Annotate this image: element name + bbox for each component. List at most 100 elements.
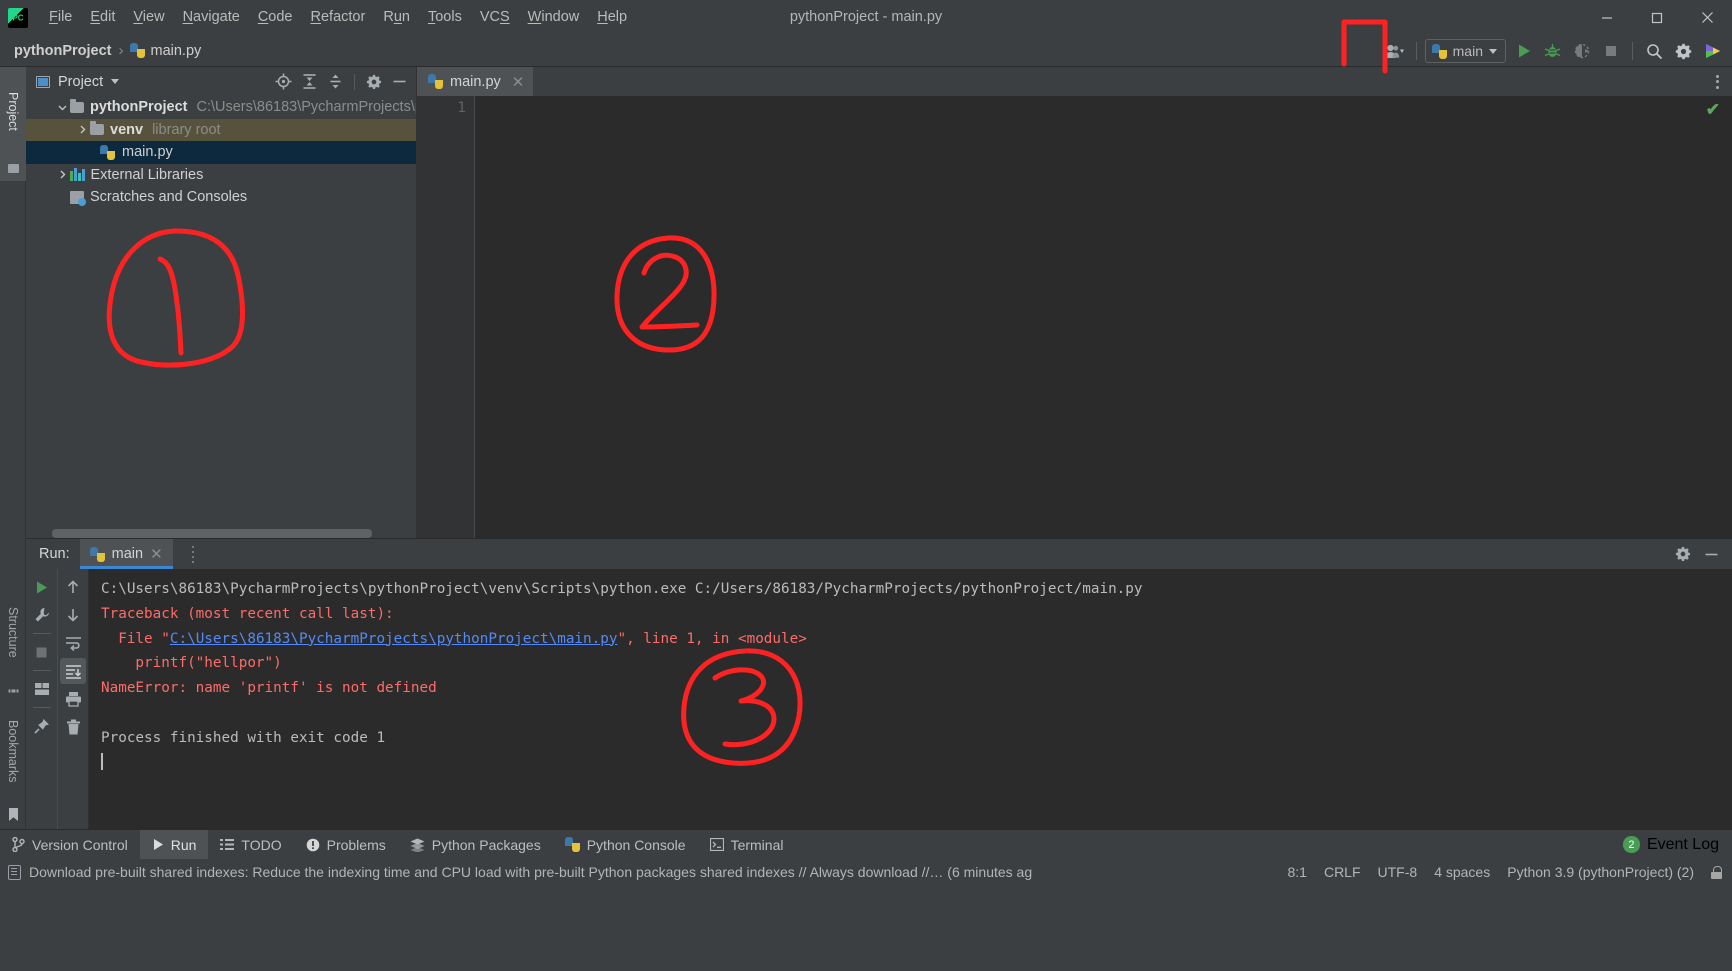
run-tab-main[interactable]: main ✕ bbox=[79, 539, 173, 569]
settings-gear-icon[interactable] bbox=[1670, 38, 1697, 64]
collapse-all-icon[interactable] bbox=[323, 69, 348, 94]
tool-button-problems[interactable]: Problems bbox=[294, 830, 398, 859]
pin-icon[interactable] bbox=[29, 713, 55, 739]
tree-node-pythonproject[interactable]: pythonProject C:\Users\86183\PycharmProj… bbox=[26, 96, 416, 119]
run-panel-label: Run: bbox=[39, 546, 70, 562]
editor-tab-main-py[interactable]: main.py ✕ bbox=[417, 67, 534, 96]
rerun-button[interactable] bbox=[29, 574, 55, 600]
search-everywhere-icon[interactable] bbox=[1641, 38, 1668, 64]
menu-item-edit[interactable]: Edit bbox=[81, 0, 124, 35]
inspection-status-icon[interactable]: ✔ bbox=[1706, 100, 1720, 120]
tool-button-run[interactable]: Run bbox=[139, 830, 209, 859]
line-separator[interactable]: CRLF bbox=[1324, 864, 1361, 880]
splitter-handle[interactable] bbox=[192, 546, 195, 563]
settings-gear-icon[interactable] bbox=[1670, 541, 1696, 567]
menu-item-vcs[interactable]: VCS bbox=[471, 0, 519, 35]
scroll-to-end-icon[interactable] bbox=[60, 658, 86, 684]
down-arrow-icon[interactable] bbox=[60, 602, 86, 628]
run-configuration-selector[interactable]: main bbox=[1424, 39, 1506, 63]
up-arrow-icon[interactable] bbox=[60, 574, 86, 600]
tool-button-python-packages[interactable]: Python Packages bbox=[398, 830, 553, 859]
tool-button-python-console[interactable]: Python Console bbox=[553, 830, 698, 859]
tree-node-scratches[interactable]: Scratches and Consoles bbox=[26, 186, 416, 209]
sidebar-item-project[interactable]: Project bbox=[0, 67, 26, 155]
file-encoding[interactable]: UTF-8 bbox=[1378, 864, 1418, 880]
settings-gear-icon[interactable] bbox=[361, 69, 386, 94]
indent-setting[interactable]: 4 spaces bbox=[1434, 864, 1490, 880]
more-vertical-icon bbox=[1715, 74, 1719, 89]
soft-wrap-icon[interactable] bbox=[60, 630, 86, 656]
tree-node-external-libraries[interactable]: External Libraries bbox=[26, 164, 416, 187]
hide-icon[interactable] bbox=[387, 69, 412, 94]
layout-icon[interactable] bbox=[29, 676, 55, 702]
python-file-icon bbox=[100, 144, 115, 160]
console-error-line: NameError: name 'printf' is not defined bbox=[101, 680, 437, 697]
close-icon[interactable]: ✕ bbox=[150, 545, 163, 563]
sidebar-item-bookmarks[interactable]: Bookmarks bbox=[0, 701, 26, 801]
collaborate-icon[interactable] bbox=[1381, 38, 1408, 64]
toolbar-divider-2 bbox=[1632, 42, 1633, 60]
chevron-right-icon[interactable] bbox=[74, 125, 90, 134]
print-icon[interactable] bbox=[60, 686, 86, 712]
chevron-down-icon[interactable] bbox=[54, 103, 70, 112]
console-file-link[interactable]: C:\Users\86183\PycharmProjects\pythonPro… bbox=[170, 631, 618, 647]
project-panel-title-group[interactable]: Project bbox=[36, 73, 120, 90]
project-horizontal-scrollbar[interactable] bbox=[52, 529, 372, 538]
debug-button[interactable] bbox=[1539, 38, 1566, 64]
breadcrumb-file[interactable]: main.py bbox=[130, 43, 201, 59]
run-icon bbox=[153, 839, 163, 850]
status-message-group[interactable]: Download pre-built shared indexes: Reduc… bbox=[0, 864, 1032, 880]
tool-button-todo[interactable]: TODO bbox=[208, 830, 293, 859]
menu-item-help[interactable]: Help bbox=[588, 0, 636, 35]
event-log-group[interactable]: 2 Event Log bbox=[1622, 830, 1732, 859]
tool-button-terminal[interactable]: Terminal bbox=[698, 830, 796, 859]
project-panel: Project pythonProject C:\Users\86183\Pyc… bbox=[26, 67, 417, 538]
tree-node-main-py[interactable]: main.py bbox=[26, 141, 416, 164]
editor-body[interactable]: 1 ✔ bbox=[417, 96, 1732, 538]
maximize-button[interactable] bbox=[1632, 0, 1682, 35]
menu-item-file[interactable]: File bbox=[40, 0, 81, 35]
python-icon bbox=[564, 837, 580, 852]
tree-node-label: main.py bbox=[122, 144, 173, 161]
menu-item-run[interactable]: Run bbox=[374, 0, 419, 35]
editor-tab-more-menu[interactable] bbox=[1702, 67, 1732, 96]
menu-item-code[interactable]: Code bbox=[249, 0, 302, 35]
menu-item-tools[interactable]: Tools bbox=[419, 0, 471, 35]
updates-icon[interactable] bbox=[1699, 38, 1726, 64]
breadcrumb-file-label: main.py bbox=[150, 42, 202, 59]
tool-window-bar: Version Control Run TODO Problems Python… bbox=[0, 829, 1732, 859]
code-content[interactable] bbox=[475, 96, 1732, 538]
menu-item-window[interactable]: Window bbox=[519, 0, 589, 35]
sidebar-item-structure[interactable]: Structure bbox=[0, 585, 26, 679]
tool-button-version-control[interactable]: Version Control bbox=[0, 830, 140, 859]
project-panel-title: Project bbox=[58, 73, 104, 90]
run-button[interactable] bbox=[1510, 38, 1537, 64]
lock-icon[interactable] bbox=[1711, 865, 1722, 879]
wrench-icon[interactable] bbox=[29, 602, 55, 628]
breadcrumb-project[interactable]: pythonProject bbox=[14, 43, 111, 59]
interpreter-selector[interactable]: Python 3.9 (pythonProject) (2) bbox=[1507, 864, 1694, 880]
expand-all-icon[interactable] bbox=[297, 69, 322, 94]
status-bar-right: 8:1 CRLF UTF-8 4 spaces Python 3.9 (pyth… bbox=[1287, 864, 1732, 880]
menu-item-refactor[interactable]: Refactor bbox=[302, 0, 375, 35]
list-icon bbox=[220, 839, 235, 850]
tree-node-venv[interactable]: venv library root bbox=[26, 118, 416, 141]
stop-button bbox=[1597, 38, 1624, 64]
editor-gutter[interactable]: 1 bbox=[417, 96, 475, 538]
caret-position[interactable]: 8:1 bbox=[1287, 864, 1306, 880]
notification-icon bbox=[8, 864, 21, 880]
close-icon[interactable]: ✕ bbox=[512, 73, 525, 91]
run-left-toolbar bbox=[26, 569, 57, 829]
hide-icon[interactable] bbox=[1698, 541, 1724, 567]
chevron-right-icon[interactable] bbox=[54, 170, 70, 179]
select-opened-file-icon[interactable] bbox=[271, 69, 296, 94]
run-console-output[interactable]: C:\Users\86183\PycharmProjects\pythonPro… bbox=[89, 569, 1732, 829]
chevron-down-icon[interactable] bbox=[111, 79, 120, 84]
close-button[interactable] bbox=[1682, 0, 1732, 35]
toolbar-divider bbox=[1415, 42, 1417, 60]
menu-item-view[interactable]: View bbox=[124, 0, 173, 35]
navigation-bar: pythonProject › main.py main bbox=[0, 35, 1732, 67]
minimize-button[interactable] bbox=[1582, 0, 1632, 35]
menu-item-navigate[interactable]: Navigate bbox=[174, 0, 249, 35]
trash-icon[interactable] bbox=[60, 714, 86, 740]
